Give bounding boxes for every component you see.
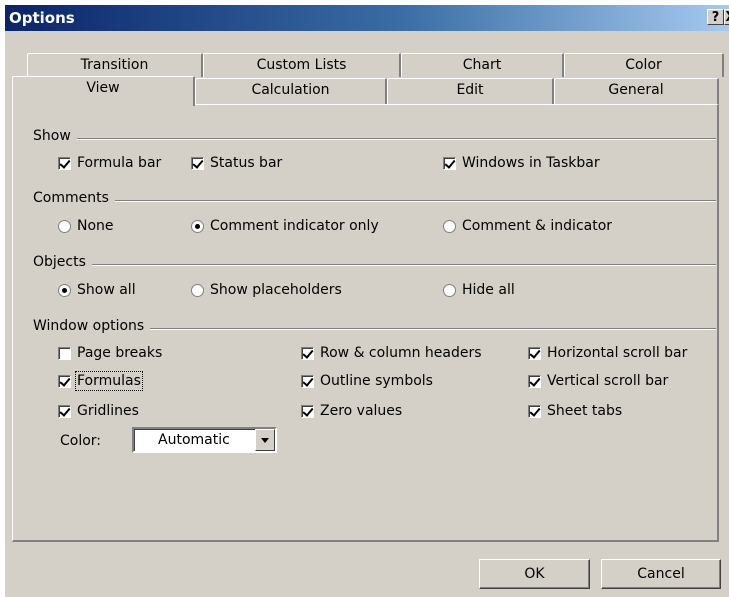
hide-all-radio[interactable]: Hide all [443,282,515,298]
checkbox-box [528,374,541,388]
comment-indicator-only-radio[interactable]: Comment indicator only [191,218,379,234]
radio-circle [58,219,71,233]
show-placeholders-label: Show placeholders [210,282,342,298]
status-bar-checkbox[interactable]: Status bar [191,155,282,171]
checkbox-box [58,346,71,360]
tab-general[interactable]: General [554,78,719,104]
sheet-tabs-checkbox[interactable]: Sheet tabs [528,403,622,419]
comment-and-indicator-radio[interactable]: Comment & indicator [443,218,612,234]
radio-circle [443,283,456,297]
comments-group-label: Comments [33,190,115,206]
zero-values-checkbox[interactable]: Zero values [301,403,402,419]
show-separator [33,138,716,140]
gridlines-label: Gridlines [77,403,139,419]
comments-separator [33,200,716,202]
tab-custom-lists[interactable]: Custom Lists [203,53,401,77]
page-breaks-checkbox[interactable]: Page breaks [58,345,162,361]
formula-bar-checkbox[interactable]: Formula bar [58,155,161,171]
formula-bar-label: Formula bar [77,155,162,171]
zero-values-label: Zero values [320,403,403,419]
row-column-headers-label: Row & column headers [320,345,482,361]
radio-circle [191,219,204,233]
color-label: Color: [60,433,102,449]
checkbox-box [301,346,314,360]
show-all-radio[interactable]: Show all [58,282,136,298]
show-placeholders-radio[interactable]: Show placeholders [191,282,342,298]
tab-calculation[interactable]: Calculation [195,78,387,104]
checkbox-box [301,374,314,388]
tab-color[interactable]: Color [564,53,724,77]
help-button[interactable]: ? [707,9,724,25]
cancel-button[interactable]: Cancel [601,559,721,589]
horizontal-scroll-bar-checkbox[interactable]: Horizontal scroll bar [528,345,687,361]
status-bar-label: Status bar [210,155,283,171]
show-group-label: Show [33,128,77,144]
radio-circle [443,219,456,233]
windows-taskbar-label: Windows in Taskbar [462,155,600,171]
vertical-scroll-bar-label: Vertical scroll bar [547,373,669,389]
close-button[interactable]: X [724,9,729,25]
show-all-label: Show all [77,282,136,298]
checkbox-box [301,404,314,418]
checkbox-box [58,156,71,170]
color-dropdown-button[interactable] [255,429,275,451]
hide-all-label: Hide all [462,282,515,298]
comments-none-label: None [77,218,114,234]
ok-button[interactable]: OK [479,559,590,589]
windows-taskbar-checkbox[interactable]: Windows in Taskbar [443,155,600,171]
checkbox-box [191,156,204,170]
checkbox-box [528,346,541,360]
tab-view[interactable]: View [12,76,195,106]
checkbox-box [58,374,71,388]
comments-none-radio[interactable]: None [58,218,114,234]
checkbox-box [443,156,456,170]
objects-separator [33,264,716,266]
tab-edit[interactable]: Edit [387,78,554,104]
gridlines-checkbox[interactable]: Gridlines [58,403,139,419]
sheet-tabs-label: Sheet tabs [547,403,623,419]
dialog-title: Options [9,9,75,27]
color-select[interactable]: Automatic [132,427,277,453]
comment-indicator-only-label: Comment indicator only [210,218,379,234]
checkbox-box [58,404,71,418]
formulas-checkbox[interactable]: Formulas [58,371,143,391]
chevron-down-icon [261,437,269,443]
outline-symbols-checkbox[interactable]: Outline symbols [301,373,433,389]
row-column-headers-checkbox[interactable]: Row & column headers [301,345,482,361]
horizontal-scroll-bar-label: Horizontal scroll bar [547,345,688,361]
page-breaks-label: Page breaks [77,345,163,361]
radio-circle [58,283,71,297]
vertical-scroll-bar-checkbox[interactable]: Vertical scroll bar [528,373,668,389]
radio-circle [191,283,204,297]
checkbox-box [528,404,541,418]
tab-chart[interactable]: Chart [401,53,564,77]
tab-transition[interactable]: Transition [27,53,203,77]
window-options-group-label: Window options [33,318,151,334]
color-select-value: Automatic [158,432,230,448]
objects-group-label: Objects [33,254,92,270]
formulas-label: Formulas [75,371,143,391]
comment-and-indicator-label: Comment & indicator [462,218,613,234]
title-bar: Options ? X [5,5,729,31]
outline-symbols-label: Outline symbols [320,373,433,389]
